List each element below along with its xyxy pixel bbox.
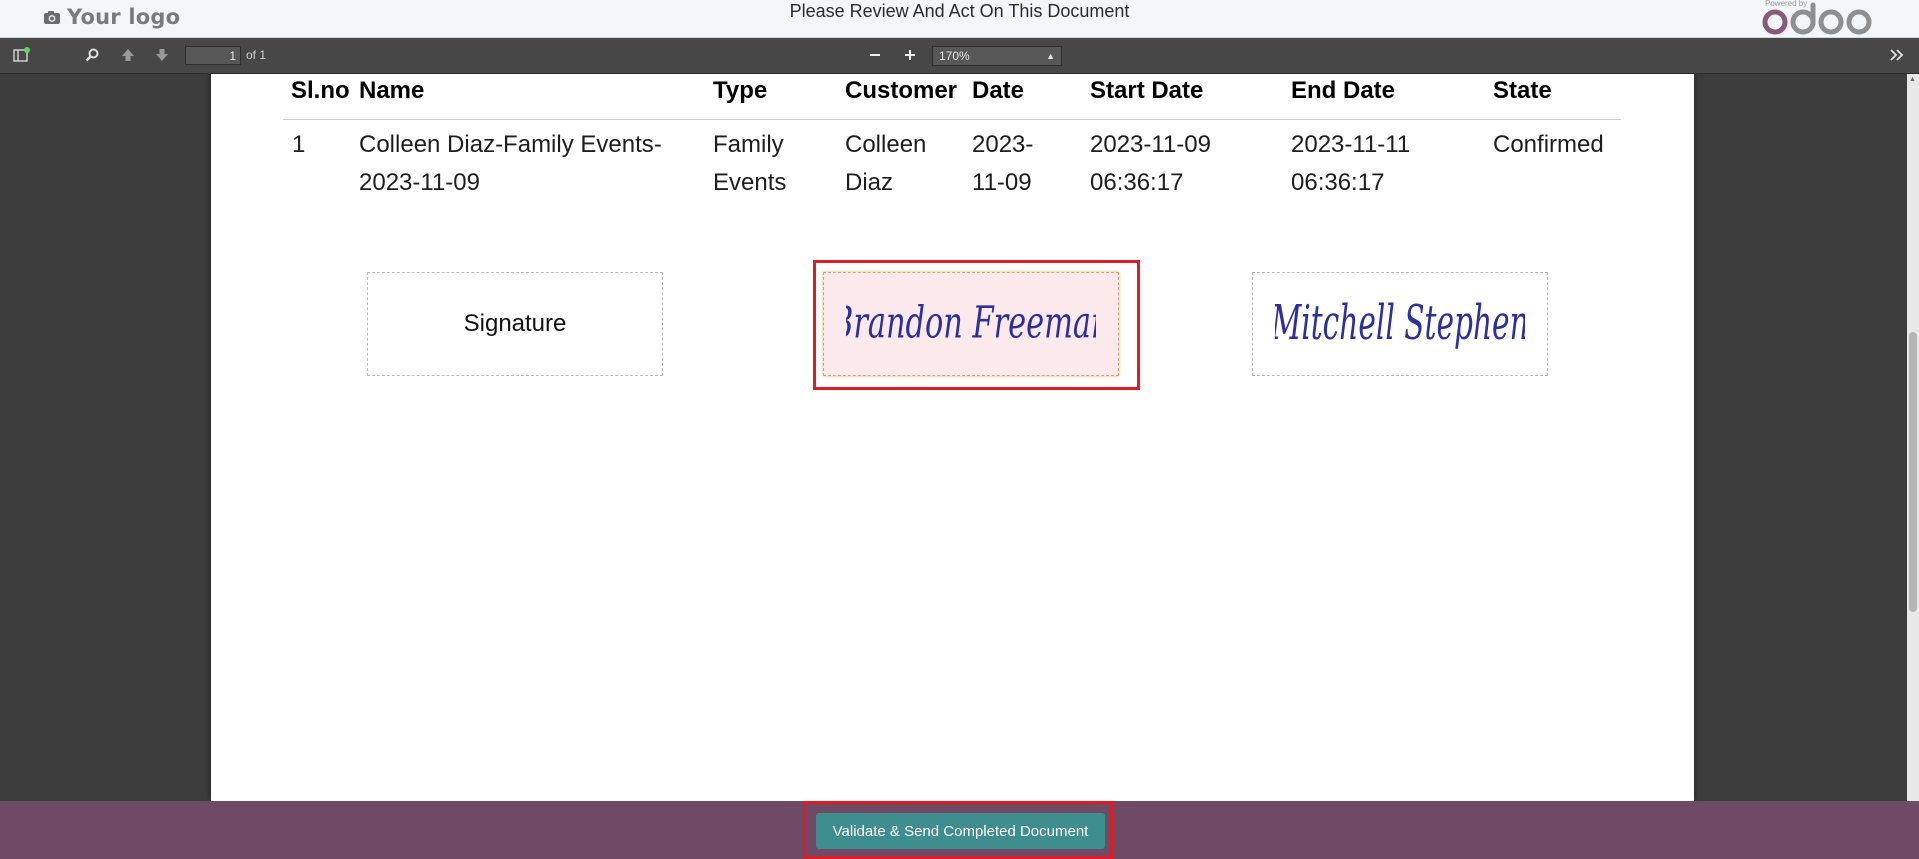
plus-icon <box>905 50 915 60</box>
column-header-state: State <box>1493 77 1552 104</box>
handwritten-signature-mitchell: Mitchell Stephen <box>1275 296 1525 351</box>
cell-date-line1: 2023- <box>972 131 1034 158</box>
scroll-up-icon[interactable]: ▲ <box>1909 76 1916 83</box>
cell-date-line2: 11-09 <box>972 169 1032 196</box>
cell-customer-line2: Diaz <box>845 169 894 196</box>
svg-text:Mitchell Stephen: Mitchell Stephen <box>1275 296 1525 351</box>
cell-type-line2: Events <box>713 169 787 196</box>
signature-field-mitchell[interactable]: Mitchell Stephen <box>1252 272 1548 376</box>
find-button[interactable] <box>79 44 105 66</box>
next-page-button[interactable] <box>149 44 175 66</box>
document-header: Your logo Please Review And Act On This … <box>0 0 1919 38</box>
cell-end-line2: 06:36:17 <box>1291 169 1385 196</box>
vertical-scrollbar[interactable]: ▲ <box>1907 74 1919 801</box>
handwritten-signature-brandon: Brandon Freeman <box>846 297 1096 348</box>
double-chevron-right-icon <box>1890 49 1904 61</box>
arrow-down-icon <box>156 49 168 61</box>
cell-name-line2: 2023-11-09 <box>359 169 480 196</box>
cell-end-line1: 2023-11-11 <box>1291 131 1411 158</box>
sidebar-toggle-button[interactable] <box>8 44 34 66</box>
tools-menu-button[interactable] <box>1884 44 1910 66</box>
zoom-in-button[interactable] <box>897 44 923 66</box>
zoom-value: 170% <box>939 49 970 63</box>
previous-page-button[interactable] <box>115 44 141 66</box>
pdf-viewer[interactable]: Sl.no Name Type Customer Date Start Date… <box>0 74 1919 801</box>
signature-field-brandon[interactable]: Brandon Freeman <box>823 272 1119 376</box>
signature-field-empty[interactable]: Signature <box>367 272 663 376</box>
column-header-slno: Sl.no <box>291 77 350 104</box>
column-header-start-date: Start Date <box>1090 77 1204 104</box>
sidebar-toggle-icon <box>13 47 30 62</box>
table-header-divider <box>283 119 1621 120</box>
powered-by-odoo[interactable]: Powered by <box>1759 0 1879 38</box>
page-count-label: of 1 <box>246 48 267 62</box>
pdf-page: Sl.no Name Type Customer Date Start Date… <box>211 74 1694 801</box>
cell-customer: Colleen Diaz <box>845 126 926 202</box>
cell-start-line2: 06:36:17 <box>1090 169 1184 196</box>
cell-type: Family Events <box>713 126 786 202</box>
cell-name-line1: Colleen Diaz-Family Events- <box>359 131 662 158</box>
action-bar: Validate & Send Completed Document <box>0 801 1919 859</box>
cell-type-line1: Family <box>713 131 784 158</box>
scrollbar-thumb[interactable] <box>1909 332 1917 612</box>
odoo-logo-icon <box>1762 2 1872 35</box>
chevron-updown-icon: ▲ <box>1046 51 1055 61</box>
cell-end-date: 2023-11-11 06:36:17 <box>1291 126 1410 202</box>
pdf-toolbar: of 1 170% ▲ <box>0 38 1919 74</box>
column-header-type: Type <box>713 77 768 104</box>
signature-placeholder: Signature <box>463 310 567 337</box>
page-title: Please Review And Act On This Document <box>789 1 1130 21</box>
cell-customer-line1: Colleen <box>845 131 927 158</box>
page-number-input[interactable] <box>185 46 241 65</box>
cell-slno: 1 <box>292 131 306 158</box>
column-header-name: Name <box>359 77 425 104</box>
column-header-date: Date <box>972 77 1025 104</box>
zoom-select[interactable]: 170% ▲ <box>932 46 1062 66</box>
cell-state: Confirmed <box>1493 131 1604 158</box>
svg-text:Brandon Freeman: Brandon Freeman <box>846 297 1096 348</box>
cell-name: Colleen Diaz-Family Events- 2023-11-09 <box>359 126 662 202</box>
cell-start-date: 2023-11-09 06:36:17 <box>1090 126 1211 202</box>
validate-send-button[interactable]: Validate & Send Completed Document <box>816 813 1105 849</box>
column-header-end-date: End Date <box>1291 77 1396 104</box>
minus-icon <box>870 54 880 56</box>
zoom-out-button[interactable] <box>862 44 888 66</box>
cell-date: 2023- 11-09 <box>972 126 1033 202</box>
cell-start-line1: 2023-11-09 <box>1090 131 1211 158</box>
search-icon <box>85 48 99 62</box>
column-header-customer: Customer <box>845 77 958 104</box>
arrow-up-icon <box>122 49 134 61</box>
